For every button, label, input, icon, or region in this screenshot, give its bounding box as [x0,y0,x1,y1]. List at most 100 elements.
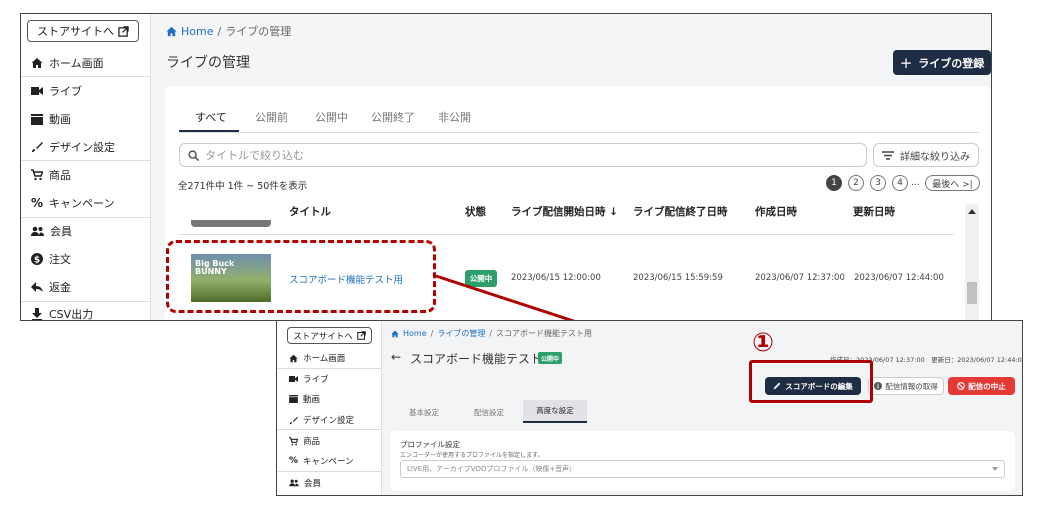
sidebar-item-label: 返金 [49,281,71,294]
sidebar-item-csv[interactable]: CSV出力 [31,306,94,321]
last-page-button[interactable]: 最後へ >| [925,175,980,191]
svg-text:$: $ [34,256,40,266]
sidebar-item-label: 注文 [49,253,71,266]
store-site-button[interactable]: ストアサイトへ [27,20,139,42]
column-header-end[interactable]: ライブ配信終了日時 [633,204,728,219]
page-2[interactable]: 2 [848,175,864,191]
get-stream-info-label: 配信情報の取得 [885,381,938,391]
register-live-button[interactable]: + ライブの登録 [893,50,991,75]
home-icon [31,57,43,69]
sidebar-divider [21,217,151,218]
sidebar-item-label: ホーム画面 [303,354,346,364]
sidebar-item-label: キャンペーン [49,197,115,210]
people-icon [31,226,44,237]
sidebar: ストアサイトへ ホーム画面 ライブ 動画 デザイン設定 商品 % キャンペーン … [21,14,151,320]
filter-icon [882,150,894,160]
breadcrumb-live-link[interactable]: ライブの管理 [437,328,485,339]
percent-icon: % [288,456,299,466]
page-4[interactable]: 4 [892,175,908,191]
tab-before-publish[interactable]: 公開前 [255,109,288,125]
stop-stream-label: 配信の中止 [968,381,1006,391]
detail-sidebar: ストアサイトへ ホーム画面 ライブ 動画 デザイン設定 商品 % キャンペーン … [277,321,382,495]
breadcrumb-home-link[interactable]: Home [181,25,213,38]
sidebar-item-label: 商品 [49,169,71,182]
brush-icon [289,416,298,425]
sidebar-divider [277,471,382,472]
scrollbar-thumb[interactable] [967,282,977,304]
detail-page-title: スコアボード機能テスト用 [410,352,555,366]
row-created-datetime: 2023/06/07 12:37:00 [755,273,845,283]
row-start-datetime: 2023/06/15 12:00:00 [511,273,601,283]
tab-ended[interactable]: 公開終了 [371,109,415,125]
sidebar-item-campaign[interactable]: % キャンペーン [31,195,114,211]
detail-sidebar-item-video[interactable]: 動画 [289,393,320,405]
sidebar-item-video[interactable]: 動画 [31,111,71,127]
column-header-status[interactable]: 状態 [465,204,486,219]
detail-sidebar-item-campaign[interactable]: % キャンペーン [289,455,354,467]
vertical-scrollbar[interactable] [965,204,979,320]
detail-tab-basic[interactable]: 基本設定 [409,407,439,418]
detail-sidebar-item-design[interactable]: デザイン設定 [289,414,354,426]
percent-icon: % [30,196,44,210]
column-header-created[interactable]: 作成日時 [755,204,797,219]
profile-select[interactable]: LIVE用、アーカイブVODプロファイル（映像+音声） [400,460,1005,478]
external-link-icon [118,25,129,37]
page-3[interactable]: 3 [870,175,886,191]
sidebar-item-label: 動画 [303,395,321,405]
row-highlight-dashed-box [166,240,436,313]
back-arrow-icon[interactable]: ← [391,350,401,364]
row-updated-datetime: 2023/06/07 12:44:00 [854,273,944,283]
sidebar-item-label: デザイン設定 [303,416,355,426]
status-badge: 公開中 [465,270,497,287]
sidebar-item-products[interactable]: 商品 [31,167,71,183]
scroll-up-arrow-icon[interactable] [968,209,976,214]
detail-sidebar-item-members[interactable]: 会員 [289,477,321,489]
detail-store-site-button[interactable]: ストアサイトへ [287,327,372,344]
sidebar-item-live[interactable]: ライブ [31,83,82,99]
sidebar-item-label: 会員 [50,225,72,238]
detail-tab-advanced-label: 高度な設定 [536,406,574,415]
sidebar-item-label: CSV出力 [49,308,94,321]
sidebar-divider [21,301,151,302]
sidebar-item-members[interactable]: 会員 [31,223,72,239]
sidebar-item-design[interactable]: デザイン設定 [31,139,115,155]
tab-published[interactable]: 公開中 [315,109,348,125]
download-icon [31,308,43,320]
sidebar-item-orders[interactable]: $ 注文 [31,251,71,267]
tab-all[interactable]: すべて [195,109,227,125]
scoreboard-button-highlight [749,360,873,403]
breadcrumb-home-link[interactable]: Home [403,329,427,338]
detail-sidebar-item-products[interactable]: 商品 [289,435,320,447]
column-header-start[interactable]: ライブ配信開始日時 ↓ [511,204,618,219]
title-search-input[interactable]: タイトルで絞り込む [179,143,867,167]
sidebar-item-refund[interactable]: 返金 [31,279,71,295]
pagination-ellipsis: ... [911,178,920,188]
video-camera-icon [289,375,298,383]
sidebar-divider [21,76,151,77]
advanced-filter-button[interactable]: 詳細な絞り込み [873,143,979,167]
column-header-updated[interactable]: 更新日時 [853,204,895,219]
column-header-title[interactable]: タイトル [289,204,331,219]
block-icon [957,382,966,390]
brush-icon [31,141,43,153]
stop-stream-button[interactable]: 配信の中止 [948,377,1015,395]
sidebar-item-label: 商品 [303,437,321,447]
sidebar-divider [277,429,382,430]
dollar-icon: $ [31,253,43,265]
detail-sidebar-item-home[interactable]: ホーム画面 [289,352,345,364]
sidebar-item-home[interactable]: ホーム画面 [31,55,104,71]
tab-private[interactable]: 非公開 [438,109,471,125]
scoreboard-detail-screenshot: ストアサイトへ ホーム画面 ライブ 動画 デザイン設定 商品 % キャンペーン … [276,320,1023,496]
page-1[interactable]: 1 [826,175,842,191]
detail-tab-advanced[interactable]: 高度な設定 [523,400,587,423]
profile-settings-title: プロファイル設定 [400,440,460,449]
plus-icon: + [899,53,913,72]
breadcrumb: Home / ライブの管理 [166,23,291,39]
register-live-label: ライブの登録 [918,56,985,70]
sidebar-item-label: ホーム画面 [49,57,104,70]
detail-tab-stream[interactable]: 配信設定 [474,407,504,418]
detail-sidebar-item-live[interactable]: ライブ [289,373,329,385]
profile-settings-description: エンコーダーが使用するプロファイルを指定します。 [400,452,544,459]
people-icon [289,479,299,487]
get-stream-info-button[interactable]: 配信情報の取得 [868,377,944,395]
